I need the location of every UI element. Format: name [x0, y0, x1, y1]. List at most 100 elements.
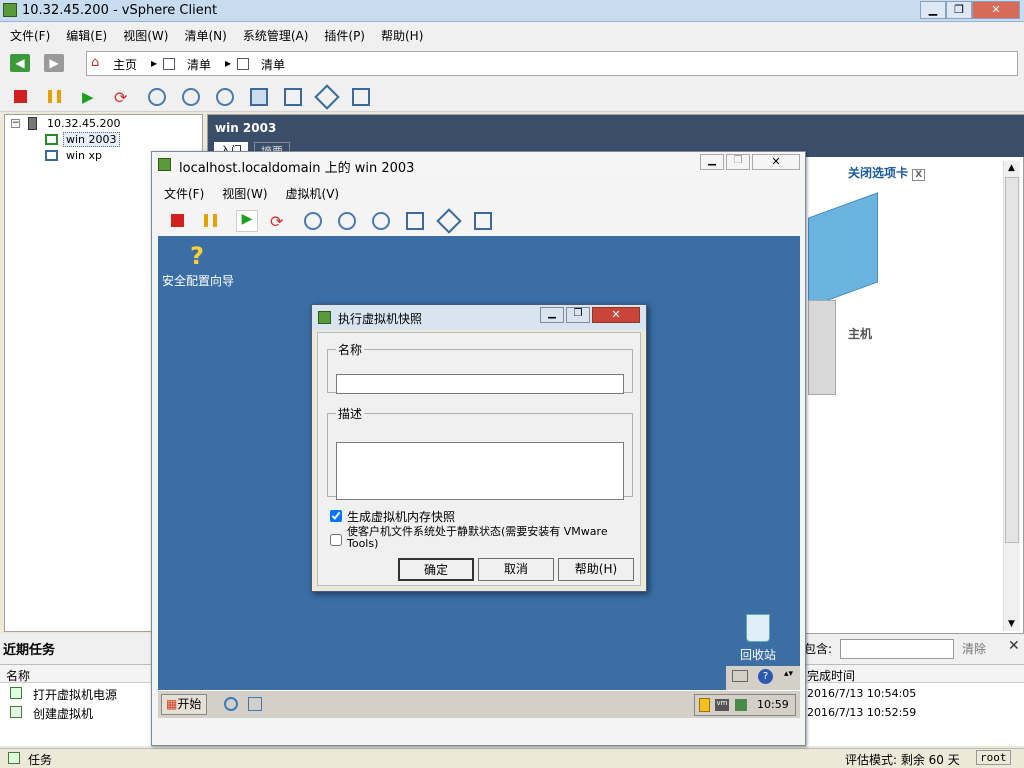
- shield-icon[interactable]: [699, 698, 710, 712]
- menu-edit[interactable]: 编辑(E): [56, 22, 113, 44]
- host-illustration: [808, 300, 836, 395]
- scrollbar-vertical[interactable]: ▲ ▼: [1003, 161, 1020, 631]
- system-tray: vm 10:59: [694, 694, 796, 716]
- minimize-button[interactable]: ▁: [920, 1, 946, 19]
- menu-help[interactable]: 帮助(H): [371, 22, 429, 44]
- column-header-end-time[interactable]: 完成时间: [807, 665, 1024, 683]
- window-title: 10.32.45.200 - vSphere Client: [22, 3, 218, 18]
- memory-snapshot-checkbox[interactable]: [330, 510, 342, 522]
- vmware-tools-icon[interactable]: vm: [715, 699, 729, 711]
- security-wizard-icon[interactable]: ?: [182, 242, 212, 270]
- breadcrumb-home[interactable]: 主页: [113, 56, 137, 73]
- vm-icon-running: [45, 134, 58, 145]
- start-button[interactable]: ▦开始: [161, 694, 207, 715]
- menu-file[interactable]: 文件(F): [0, 22, 56, 44]
- console-icon[interactable]: [250, 88, 268, 106]
- recycle-bin-icon[interactable]: [746, 614, 770, 642]
- current-user: root: [976, 750, 1011, 765]
- forward-button[interactable]: ▶: [44, 54, 64, 72]
- description-label: 描述: [338, 407, 363, 421]
- maximize-button[interactable]: ❐: [946, 1, 972, 19]
- ok-button[interactable]: 确定: [398, 558, 474, 581]
- recycle-bin-label[interactable]: 回收站: [740, 646, 776, 663]
- breadcrumb-inventory-2[interactable]: 清单: [261, 56, 285, 73]
- app-icon: [158, 158, 171, 171]
- quiesce-checkbox[interactable]: [330, 534, 342, 546]
- name-group: 名称: [327, 341, 633, 394]
- pause-icon[interactable]: [204, 214, 217, 227]
- minimize-button[interactable]: ▁: [540, 307, 564, 323]
- vm-menu-file[interactable]: 文件(F): [152, 182, 210, 202]
- clear-link[interactable]: 清除: [962, 640, 986, 657]
- snapshot-manager-icon[interactable]: [372, 212, 390, 230]
- migrate-icon[interactable]: [436, 208, 462, 234]
- tree-vm-win2003[interactable]: win 2003: [63, 132, 120, 147]
- breadcrumb-inventory-1[interactable]: 清单: [187, 56, 211, 73]
- tasks-button[interactable]: 任务: [28, 751, 52, 768]
- task-name: 创建虚拟机: [33, 707, 94, 721]
- dialog-body: 名称 描述 生成虚拟机内存快照 使客户机文件系统处于静默状态(需要安装有 VMw…: [317, 332, 641, 586]
- tree-vm-winxp[interactable]: win xp: [66, 149, 102, 162]
- scroll-down-arrow-icon[interactable]: ▼: [1008, 619, 1015, 629]
- ie-icon[interactable]: [224, 697, 238, 711]
- stop-icon[interactable]: [171, 214, 184, 227]
- snapshot-icon[interactable]: [304, 212, 322, 230]
- network-icon[interactable]: [735, 699, 747, 711]
- edit-settings-icon[interactable]: [406, 212, 424, 230]
- name-label: 名称: [338, 343, 363, 357]
- snapshot-description-input[interactable]: [336, 442, 624, 500]
- expand-icon[interactable]: ▴▾: [784, 669, 793, 679]
- clone-icon[interactable]: [352, 88, 370, 106]
- scroll-up-arrow-icon[interactable]: ▲: [1008, 163, 1015, 173]
- maximize-button[interactable]: ❐: [566, 307, 590, 323]
- menu-plugins[interactable]: 插件(P): [314, 22, 371, 44]
- cancel-button[interactable]: 取消: [478, 558, 554, 581]
- collapse-toggle[interactable]: −: [11, 119, 20, 128]
- vm-menu-view[interactable]: 视图(W): [210, 182, 273, 202]
- close-button[interactable]: ✕: [972, 1, 1020, 19]
- close-button[interactable]: ✕: [752, 154, 800, 170]
- stop-icon[interactable]: [14, 90, 27, 103]
- tasks-icon: [8, 752, 20, 764]
- play-icon[interactable]: ▶: [82, 88, 100, 106]
- filter-input[interactable]: [840, 639, 954, 659]
- menu-bar: 文件(F) 编辑(E) 视图(W) 清单(N) 系统管理(A) 插件(P) 帮助(H): [0, 22, 1024, 46]
- dialog-title: 执行虚拟机快照: [338, 312, 423, 326]
- menu-view[interactable]: 视图(W): [113, 22, 174, 44]
- close-tab-link[interactable]: 关闭选项卡 X: [848, 164, 926, 181]
- play-icon[interactable]: ▶: [236, 210, 258, 232]
- snapshot-dialog: 执行虚拟机快照 ▁ ❐ ✕ 名称 描述 生成虚拟机内存快照 使客户机文件系统处于…: [311, 304, 647, 592]
- memory-snapshot-label[interactable]: 生成虚拟机内存快照: [347, 508, 455, 525]
- help-button[interactable]: 帮助(H): [558, 558, 634, 581]
- task-icon: [10, 706, 22, 718]
- pause-icon[interactable]: [48, 90, 61, 103]
- vm-menu-bar: 文件(F) 视图(W) 虚拟机(V): [152, 182, 805, 204]
- back-button[interactable]: ◀: [10, 54, 30, 72]
- minimize-button[interactable]: ▁: [700, 154, 724, 170]
- revert-snapshot-icon[interactable]: [338, 212, 356, 230]
- close-button[interactable]: ✕: [592, 307, 640, 323]
- revert-snapshot-icon[interactable]: [182, 88, 200, 106]
- close-icon[interactable]: ✕: [1008, 638, 1020, 654]
- keyboard-icon[interactable]: [732, 670, 748, 682]
- snapshot-icon[interactable]: [148, 88, 166, 106]
- quick-launch-icon[interactable]: [248, 697, 262, 711]
- recent-tasks-title: 近期任务: [3, 643, 56, 658]
- snapshot-name-input[interactable]: [336, 374, 624, 394]
- quiesce-label[interactable]: 使客户机文件系统处于静默状态(需要安装有 VMware Tools): [347, 526, 627, 550]
- detail-title: win 2003: [215, 121, 277, 135]
- reset-icon[interactable]: ⟳: [270, 212, 288, 231]
- menu-admin[interactable]: 系统管理(A): [233, 22, 315, 44]
- maximize-button[interactable]: ❐: [726, 154, 750, 170]
- vm-menu-vm[interactable]: 虚拟机(V): [274, 182, 346, 202]
- edit-settings-icon[interactable]: [284, 88, 302, 106]
- clone-icon[interactable]: [474, 212, 492, 230]
- security-wizard-label[interactable]: 安全配置向导: [162, 272, 234, 289]
- help-icon[interactable]: ?: [758, 669, 773, 684]
- menu-inventory[interactable]: 清单(N): [174, 22, 232, 44]
- scroll-thumb[interactable]: [1005, 177, 1019, 543]
- snapshot-manager-icon[interactable]: [216, 88, 234, 106]
- reset-icon[interactable]: ⟳: [114, 88, 132, 107]
- tree-host[interactable]: 10.32.45.200: [47, 117, 120, 130]
- migrate-icon[interactable]: [314, 84, 340, 110]
